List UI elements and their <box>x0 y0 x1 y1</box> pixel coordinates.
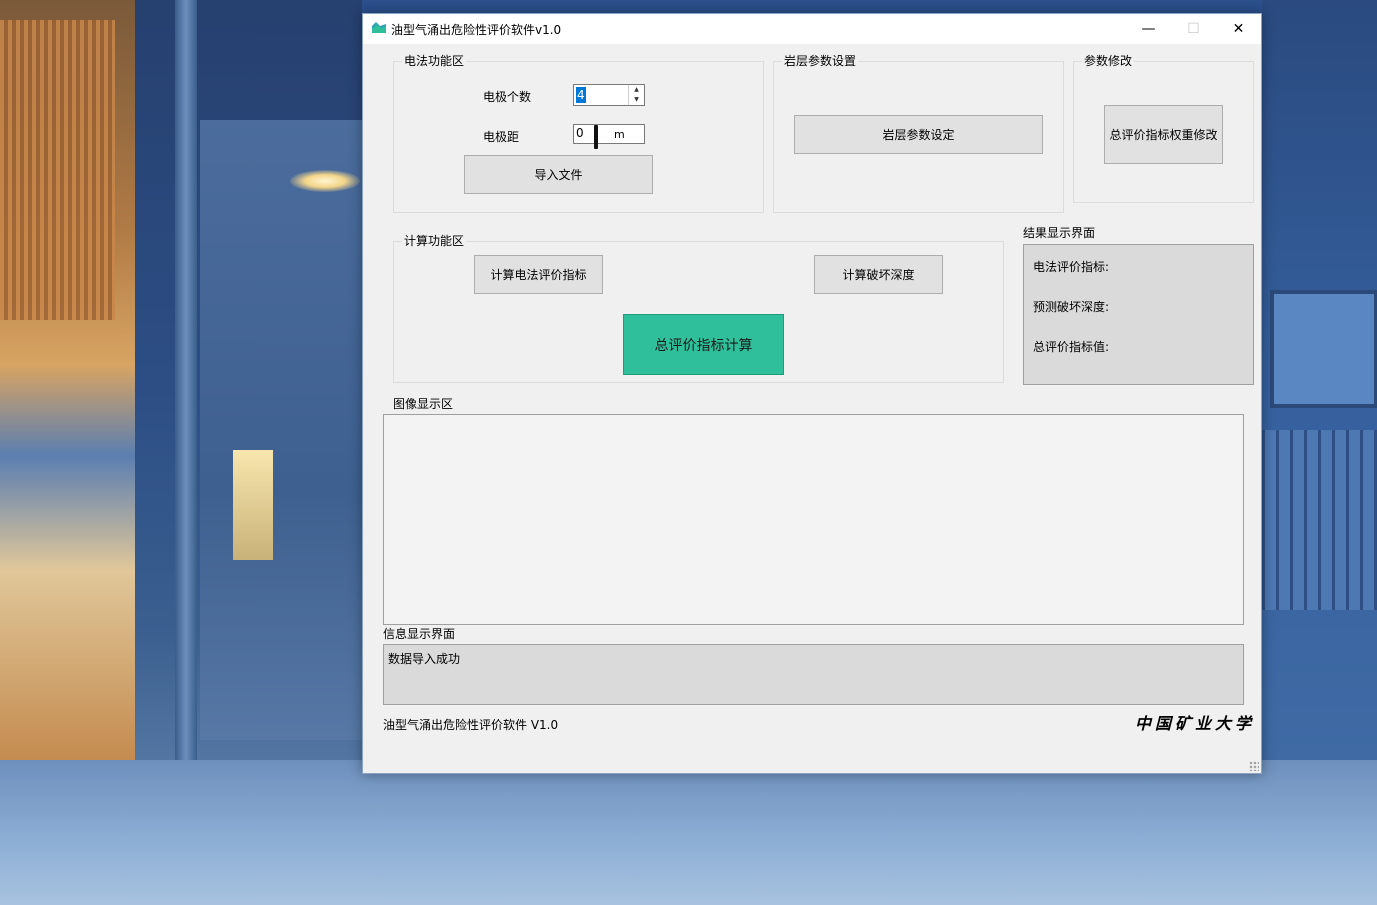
electrode-spacing-field[interactable]: 0 m <box>573 124 645 149</box>
electric-index-button[interactable]: 计算电法评价指标 <box>474 255 603 294</box>
window-title: 油型气涌出危险性评价软件v1.0 <box>391 23 562 37</box>
image-display-area <box>383 414 1244 625</box>
params-modify-group: 参数修改 总评价指标权重修改 <box>1073 54 1254 203</box>
wallpaper-right-balcony <box>1262 430 1377 610</box>
wallpaper-road <box>0 760 1377 905</box>
total-index-button[interactable]: 总评价指标计算 <box>623 314 784 375</box>
image-area-label: 图像显示区 <box>393 397 454 411</box>
results-panel: 电法评价指标: 预测破坏深度: 总评价指标值: <box>1023 244 1254 385</box>
spin-arrows: ▲ ▼ <box>628 85 644 105</box>
rock-params-group: 岩层参数设置 岩层参数设定 <box>773 54 1064 213</box>
electrode-spacing-unit: m <box>614 128 625 141</box>
electrode-count-spinbox[interactable]: 4 ▲ ▼ <box>573 84 645 106</box>
wallpaper-lit-window <box>233 450 273 560</box>
rock-params-set-button[interactable]: 岩层参数设定 <box>794 115 1043 154</box>
electric-function-group: 电法功能区 电极个数 4 ▲ ▼ 电极距 0 m 导入文件 <box>393 54 764 213</box>
client-area: 电法功能区 电极个数 4 ▲ ▼ 电极距 0 m 导入文件 岩层参数设置 岩层参… <box>363 44 1261 773</box>
electrode-count-label: 电极个数 <box>483 90 532 104</box>
university-name: 中国矿业大学 <box>1135 714 1256 733</box>
import-file-button[interactable]: 导入文件 <box>464 155 653 194</box>
app-icon <box>372 22 386 33</box>
electrode-spacing-value: 0 <box>576 126 584 140</box>
calc-group-label: 计算功能区 <box>402 234 467 248</box>
title-bar[interactable]: 油型气涌出危险性评价软件v1.0 — ☐ ✕ <box>363 14 1261 44</box>
params-group-label: 参数修改 <box>1082 54 1135 68</box>
results-label: 结果显示界面 <box>1023 226 1096 240</box>
damage-depth-result: 预测破坏深度: <box>1033 300 1110 314</box>
wallpaper-building <box>200 120 362 740</box>
resize-grip-icon[interactable] <box>1249 761 1259 771</box>
close-button[interactable]: ✕ <box>1216 14 1261 44</box>
electric-group-label: 电法功能区 <box>402 54 467 68</box>
wallpaper-shop-window <box>0 20 115 320</box>
calc-function-group: 计算功能区 计算电法评价指标 计算破坏深度 总评价指标计算 <box>393 234 1004 383</box>
spin-up-icon[interactable]: ▲ <box>629 85 644 95</box>
app-window: 油型气涌出危险性评价软件v1.0 — ☐ ✕ 电法功能区 电极个数 4 ▲ ▼ … <box>362 13 1262 774</box>
electric-index-result: 电法评价指标: <box>1033 260 1110 274</box>
wallpaper-utility-pole <box>175 0 197 760</box>
minimize-button[interactable]: — <box>1126 14 1171 44</box>
electrode-count-value[interactable]: 4 <box>576 87 586 103</box>
wallpaper-street-lamp <box>290 170 360 192</box>
total-index-result: 总评价指标值: <box>1033 340 1110 354</box>
weight-modify-button[interactable]: 总评价指标权重修改 <box>1104 105 1223 164</box>
spin-down-icon[interactable]: ▼ <box>629 95 644 105</box>
maximize-button[interactable]: ☐ <box>1171 14 1216 44</box>
damage-depth-button[interactable]: 计算破坏深度 <box>814 255 943 294</box>
slider-thumb[interactable] <box>594 125 598 149</box>
footer-software-name: 油型气涌出危险性评价软件 V1.0 <box>383 718 559 732</box>
info-message: 数据导入成功 <box>388 652 461 666</box>
wallpaper-right-window <box>1270 290 1377 408</box>
electrode-spacing-label: 电极距 <box>483 130 520 144</box>
info-label: 信息显示界面 <box>383 627 456 641</box>
rock-group-label: 岩层参数设置 <box>782 54 859 68</box>
info-display-panel: 数据导入成功 <box>383 644 1244 705</box>
